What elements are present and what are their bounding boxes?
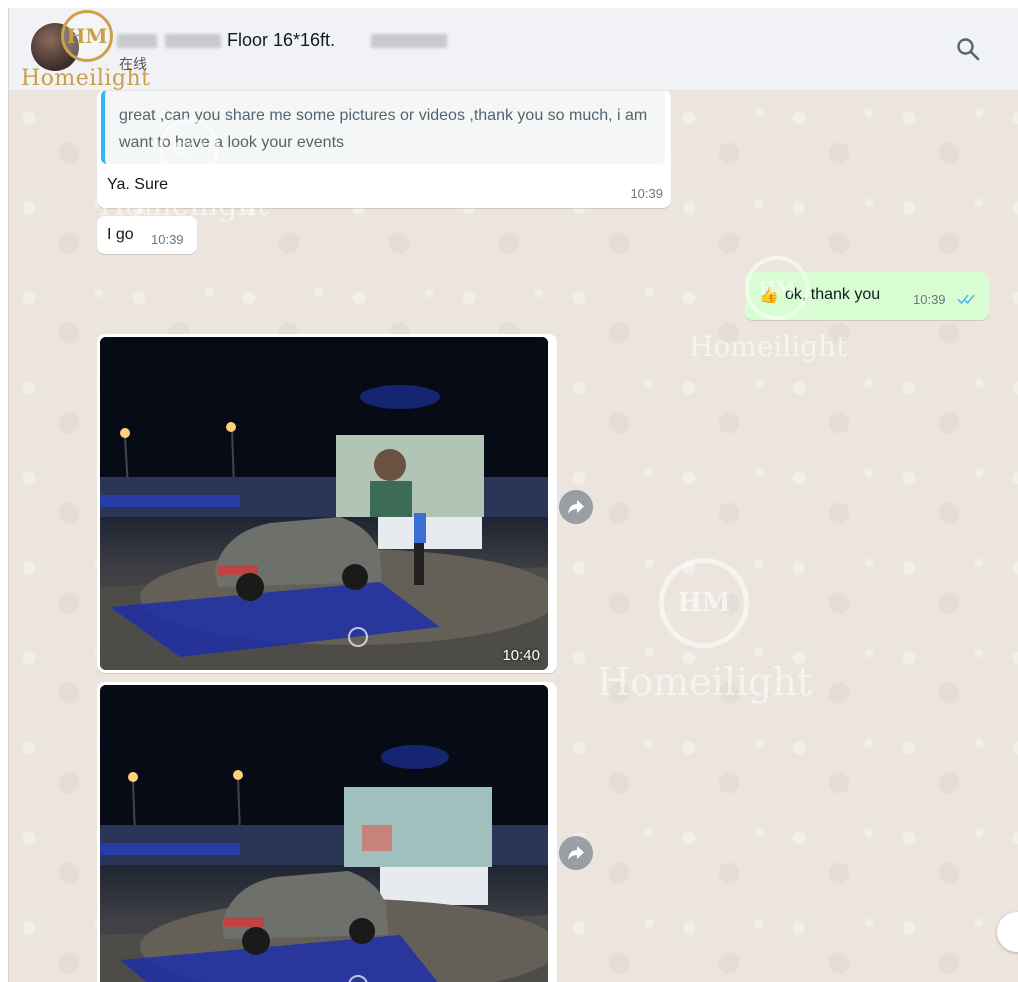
message-text: Ya. Sure: [107, 176, 169, 193]
message-text: I go: [107, 226, 134, 243]
redacted-name-part: [371, 34, 447, 48]
quoted-message-text: great ,can you share me some pictures or…: [119, 107, 648, 151]
message-time: 10:39: [630, 186, 663, 201]
contact-status: 在线: [119, 56, 147, 72]
forward-button[interactable]: [559, 836, 593, 870]
search-icon[interactable]: [955, 36, 981, 62]
redacted-name-part: [165, 34, 221, 48]
brand-monogram: HM: [66, 24, 108, 48]
quoted-message[interactable]: great ,can you share me some pictures or…: [101, 90, 665, 164]
message-time: 10:39: [913, 292, 946, 307]
watermark-text: Homeilight: [597, 660, 813, 704]
brand-logo-badge: HM: [61, 10, 113, 62]
contact-name[interactable]: Floor 16*16ft.: [227, 30, 335, 51]
message-time: 10:39: [151, 232, 184, 247]
incoming-message-reply[interactable]: great ,can you share me some pictures or…: [97, 90, 671, 208]
forward-button[interactable]: [559, 490, 593, 524]
photo-time: 10:40: [502, 647, 540, 664]
incoming-photo-message[interactable]: [97, 682, 557, 982]
incoming-photo-message[interactable]: 10:40: [97, 334, 557, 673]
chat-window: HM Homeilight Floor 16*16ft. 在线 great ,c…: [8, 8, 1018, 982]
incoming-message[interactable]: I go 10:39: [97, 216, 197, 254]
message-text: ok, thank you: [785, 286, 881, 303]
chat-header: HM Homeilight Floor 16*16ft. 在线: [9, 8, 1018, 91]
redacted-name-part: [117, 34, 157, 48]
watermark-logo: HM: [659, 558, 749, 648]
event-photo[interactable]: 10:40: [100, 337, 548, 670]
event-photo-illustration: [100, 685, 548, 982]
scroll-down-button[interactable]: [997, 912, 1018, 952]
event-photo[interactable]: [100, 685, 548, 982]
event-photo-illustration: [100, 337, 548, 670]
thumbs-up-emoji: 👍: [759, 287, 779, 304]
forward-icon: [568, 846, 584, 860]
outgoing-message[interactable]: 👍 ok, thank you 10:39: [745, 272, 989, 320]
forward-icon: [568, 500, 584, 514]
watermark-text: Homeilight: [689, 330, 848, 363]
double-check-read-icon: [957, 294, 975, 305]
